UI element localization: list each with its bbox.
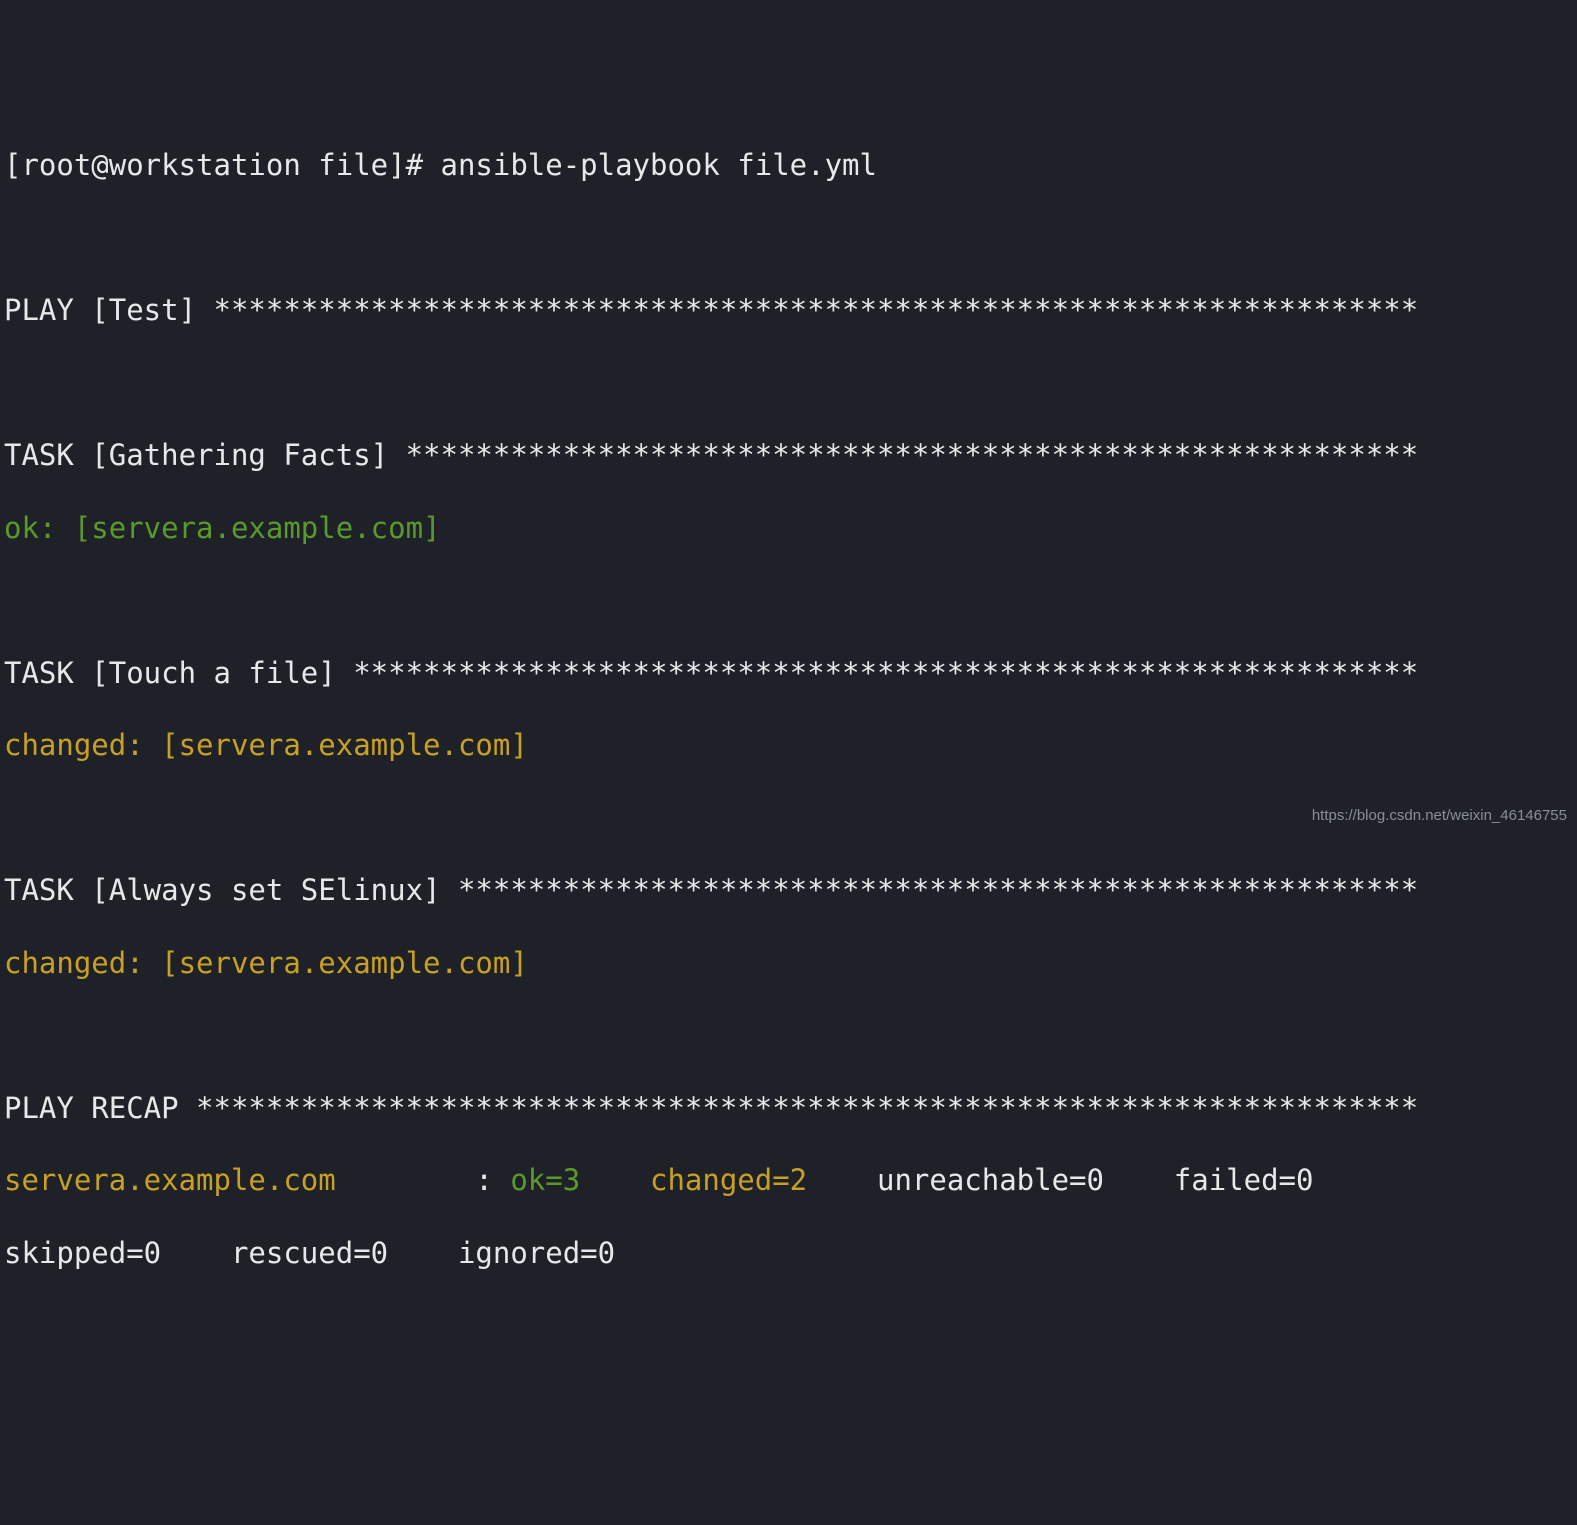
recap-host-line: servera.example.com : ok=3 changed=2 unr… bbox=[4, 1162, 1577, 1198]
recap-host: servera.example.com bbox=[4, 1163, 475, 1197]
recap-line2: skipped=0 rescued=0 ignored=0 bbox=[4, 1235, 1577, 1271]
recap-ok: ok=3 bbox=[510, 1163, 632, 1197]
recap-changed: changed=2 bbox=[633, 1163, 860, 1197]
recap-sep: : bbox=[475, 1163, 510, 1197]
blank-line bbox=[4, 582, 1577, 618]
recap-header: PLAY RECAP *****************************… bbox=[4, 1090, 1577, 1126]
blank-line bbox=[4, 365, 1577, 401]
recap-unreachable: unreachable=0 bbox=[860, 1163, 1157, 1197]
task-header-touch-file: TASK [Touch a file] ********************… bbox=[4, 655, 1577, 691]
task-result-changed: changed: [servera.example.com] bbox=[4, 727, 1577, 763]
blank-line bbox=[4, 220, 1577, 256]
watermark: https://blog.csdn.net/weixin_46146755 bbox=[1312, 807, 1567, 826]
task-header-gathering-facts: TASK [Gathering Facts] *****************… bbox=[4, 437, 1577, 473]
blank-line bbox=[4, 1017, 1577, 1053]
recap-failed: failed=0 bbox=[1156, 1163, 1383, 1197]
task-header-selinux: TASK [Always set SElinux] **************… bbox=[4, 872, 1577, 908]
task-result-ok: ok: [servera.example.com] bbox=[4, 510, 1577, 546]
task-result-changed: changed: [servera.example.com] bbox=[4, 945, 1577, 981]
prompt-line: [root@workstation file]# ansible-playboo… bbox=[4, 147, 1577, 183]
play-header: PLAY [Test] ****************************… bbox=[4, 292, 1577, 328]
